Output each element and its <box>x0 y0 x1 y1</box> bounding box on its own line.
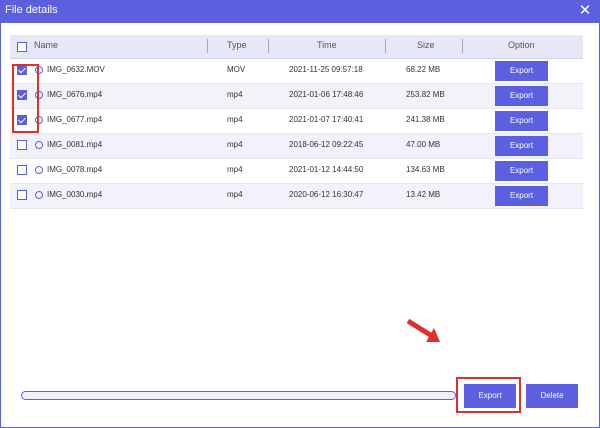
header-name: Name <box>34 40 59 50</box>
file-type: MOV <box>227 65 246 74</box>
video-file-icon <box>35 141 43 149</box>
table-row: IMG_0078.mp4 mp4 2021-01-12 14:44:50 134.63… <box>10 159 583 184</box>
file-size: 13.42 MB <box>406 190 441 199</box>
file-name: IMG_0676.mp4 <box>47 90 103 99</box>
header-time: Time <box>317 40 337 50</box>
file-time: 2020-06-12 16:30:47 <box>289 190 364 199</box>
row-export-button[interactable]: Export <box>495 186 548 206</box>
column-divider <box>462 39 463 53</box>
row-export-button[interactable]: Export <box>495 111 548 131</box>
file-type: mp4 <box>227 115 243 124</box>
row-export-button[interactable]: Export <box>495 61 548 81</box>
table-header: Name Type Time Size Option <box>10 35 583 59</box>
table-row: IMG_0030.mp4 mp4 2020-06-12 16:30:47 13.42 … <box>10 184 583 209</box>
select-all-checkbox[interactable] <box>17 42 27 52</box>
table-row: IMG_0081.mp4 mp4 2018-06-12 09:22:45 47.00 … <box>10 134 583 159</box>
table-row: IMG_0677.mp4 mp4 2021-01-07 17:40:41 241.38… <box>10 109 583 134</box>
file-time: 2021-01-06 17:48:46 <box>289 90 364 99</box>
delete-button[interactable]: Delete <box>526 384 578 408</box>
row-export-button[interactable]: Export <box>495 161 548 181</box>
file-type: mp4 <box>227 165 243 174</box>
file-time: 2018-06-12 09:22:45 <box>289 140 364 149</box>
row-checkbox[interactable] <box>17 165 27 175</box>
video-file-icon <box>35 191 43 199</box>
file-table: Name Type Time Size Option IMG_0632.MOV M… <box>10 35 583 209</box>
export-button[interactable]: Export <box>464 384 516 408</box>
file-size: 47.00 MB <box>406 140 441 149</box>
column-divider <box>385 39 386 53</box>
table-row: IMG_0632.MOV MOV 2021-11-25 09:57:18 68.22 … <box>10 59 583 84</box>
header-type: Type <box>227 40 247 50</box>
file-name: IMG_0632.MOV <box>47 65 105 74</box>
row-checkbox[interactable] <box>17 190 27 200</box>
file-size: 134.63 MB <box>406 165 445 174</box>
file-type: mp4 <box>227 140 243 149</box>
row-checkbox[interactable] <box>17 140 27 150</box>
file-size: 253.82 MB <box>406 90 445 99</box>
column-divider <box>268 39 269 53</box>
file-name: IMG_0030.mp4 <box>47 190 103 199</box>
file-name: IMG_0677.mp4 <box>47 115 103 124</box>
close-icon[interactable]: ✕ <box>577 3 593 19</box>
file-time: 2021-01-07 17:40:41 <box>289 115 364 124</box>
checkbox-highlight-box <box>12 64 39 133</box>
title-bar: File details ✕ <box>1 1 599 23</box>
file-size: 241.38 MB <box>406 115 445 124</box>
file-size: 68.22 MB <box>406 65 441 74</box>
table-body: IMG_0632.MOV MOV 2021-11-25 09:57:18 68.22 … <box>10 59 583 209</box>
table-row: IMG_0676.mp4 mp4 2021-01-06 17:48:46 253.82… <box>10 84 583 109</box>
column-divider <box>207 39 208 53</box>
red-arrow-icon <box>406 318 440 342</box>
progress-bar <box>21 391 456 400</box>
row-export-button[interactable]: Export <box>495 136 548 156</box>
file-type: mp4 <box>227 90 243 99</box>
file-name: IMG_0081.mp4 <box>47 140 103 149</box>
file-name: IMG_0078.mp4 <box>47 165 103 174</box>
file-type: mp4 <box>227 190 243 199</box>
file-time: 2021-11-25 09:57:18 <box>289 65 363 74</box>
window-title: File details <box>5 4 58 16</box>
video-file-icon <box>35 166 43 174</box>
header-option: Option <box>508 40 535 50</box>
file-time: 2021-01-12 14:44:50 <box>289 165 364 174</box>
row-export-button[interactable]: Export <box>495 86 548 106</box>
header-size: Size <box>417 40 435 50</box>
